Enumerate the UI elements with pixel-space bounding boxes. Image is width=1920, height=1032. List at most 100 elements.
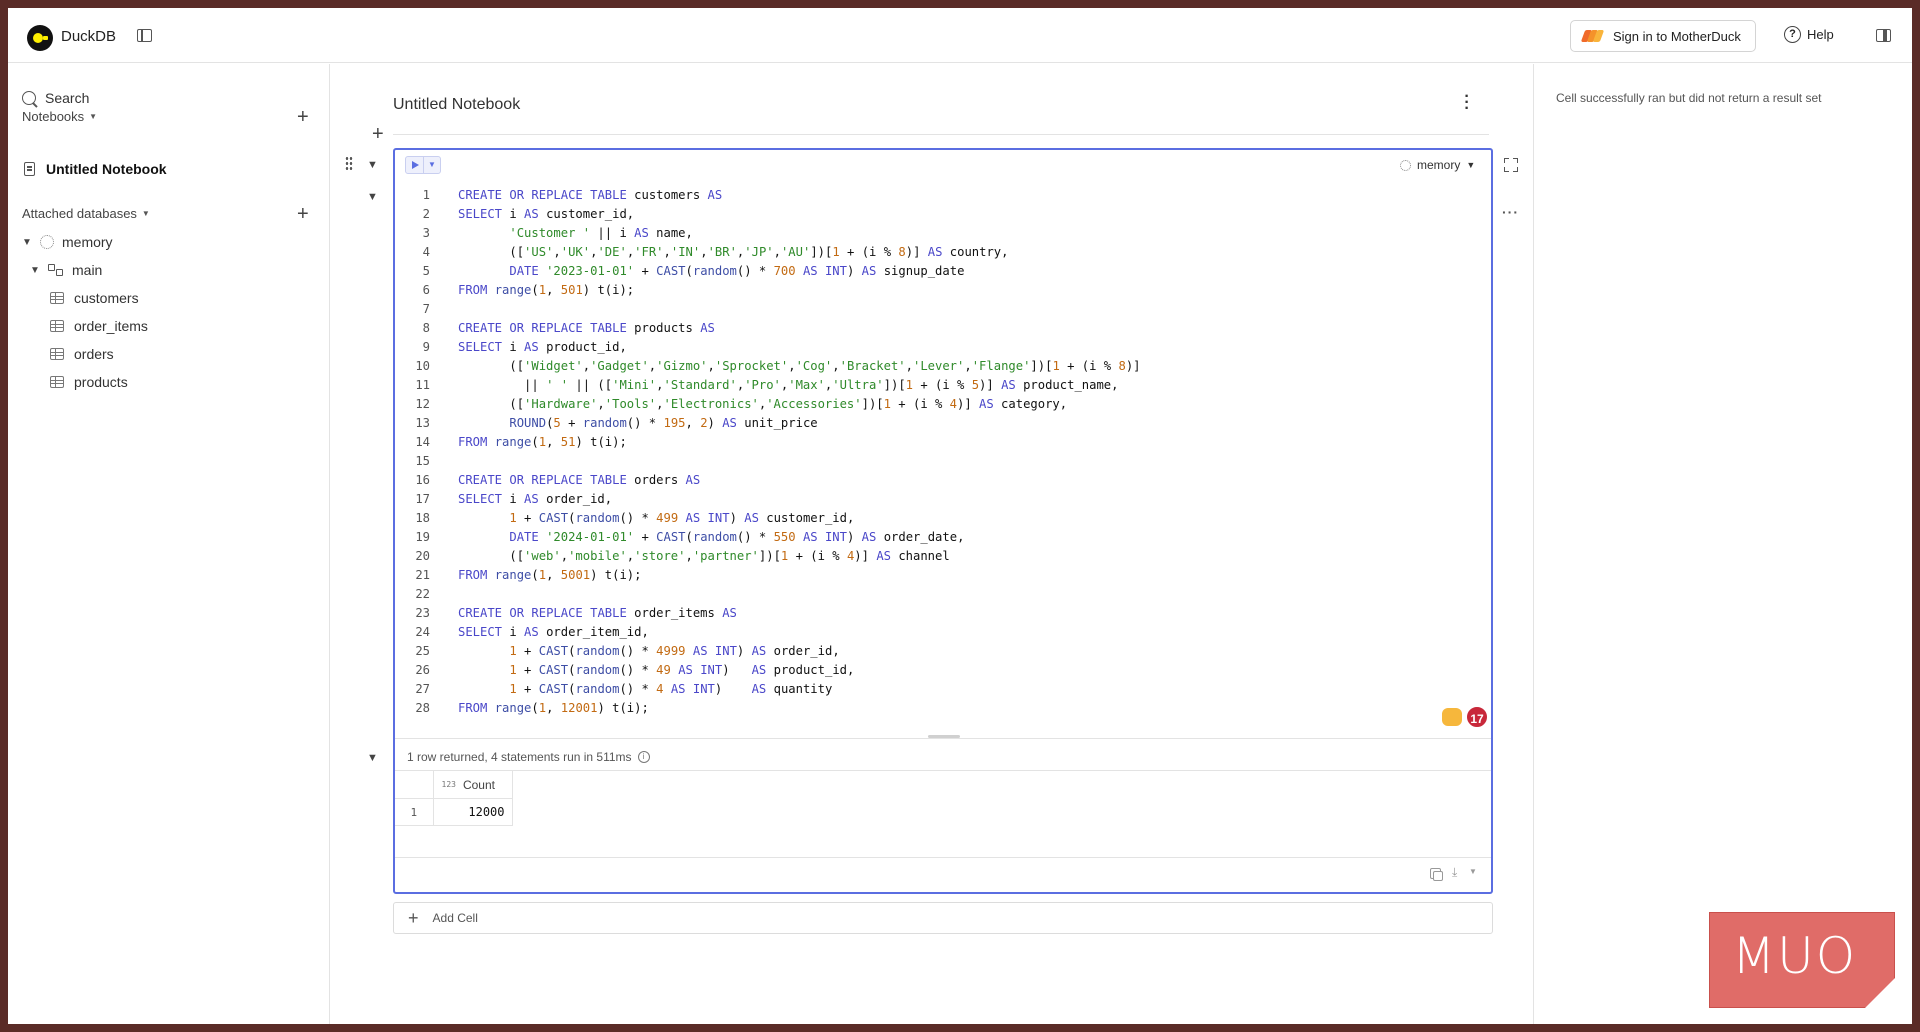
code-text[interactable]: FROM range(1, 51) t(i);: [458, 433, 627, 452]
code-line[interactable]: 18 1 + CAST(random() * 499 AS INT) AS cu…: [395, 509, 1491, 528]
code-line[interactable]: 27 1 + CAST(random() * 4 AS INT) AS quan…: [395, 680, 1491, 699]
fullscreen-icon[interactable]: [1504, 158, 1518, 172]
run-options-icon[interactable]: ▼: [424, 157, 440, 173]
tree-item-order-items[interactable]: order_items: [50, 318, 148, 334]
toggle-right-panel-icon[interactable]: [1876, 29, 1891, 42]
info-icon[interactable]: i: [637, 751, 650, 763]
sidebar-item-untitled-notebook[interactable]: Untitled Notebook: [24, 161, 167, 177]
code-line[interactable]: 5 DATE '2023-01-01' + CAST(random() * 70…: [395, 262, 1491, 281]
line-number: 22: [415, 587, 430, 601]
toggle-sidebar-icon[interactable]: [137, 29, 152, 42]
code-text[interactable]: SELECT i AS product_id,: [458, 338, 627, 357]
code-text[interactable]: CREATE OR REPLACE TABLE orders AS: [458, 471, 700, 490]
code-text[interactable]: 1 + CAST(random() * 499 AS INT) AS custo…: [458, 509, 854, 528]
code-text[interactable]: || ' ' || (['Mini','Standard','Pro','Max…: [458, 376, 1118, 395]
code-text[interactable]: CREATE OR REPLACE TABLE products AS: [458, 319, 715, 338]
code-text[interactable]: FROM range(1, 5001) t(i);: [458, 566, 642, 585]
collaborators[interactable]: 17: [1442, 705, 1489, 729]
code-text[interactable]: DATE '2023-01-01' + CAST(random() * 700 …: [458, 262, 964, 281]
tree-item-products[interactable]: products: [50, 374, 128, 390]
run-button[interactable]: ▼: [405, 156, 441, 174]
collapse-cell-icon[interactable]: ▼: [367, 159, 378, 171]
code-cell[interactable]: ▼ memory ▼ 1 CREATE OR REPLACE TABLE cust…: [393, 148, 1493, 894]
add-notebook-icon[interactable]: +: [297, 107, 309, 127]
notebook-menu-icon[interactable]: · · ·: [1464, 89, 1470, 117]
code-line[interactable]: 26 1 + CAST(random() * 49 AS INT) AS pro…: [395, 661, 1491, 680]
code-text[interactable]: FROM range(1, 501) t(i);: [458, 281, 634, 300]
code-text[interactable]: SELECT i AS order_id,: [458, 490, 612, 509]
code-line[interactable]: 11 || ' ' || (['Mini','Standard','Pro','…: [395, 376, 1491, 395]
copy-icon[interactable]: [1430, 868, 1443, 881]
code-line[interactable]: 24 SELECT i AS order_item_id,: [395, 623, 1491, 642]
notebooks-header[interactable]: Notebooks ▼: [22, 109, 97, 124]
column-header-count[interactable]: 123 Count: [433, 771, 513, 799]
code-text[interactable]: 1 + CAST(random() * 4999 AS INT) AS orde…: [458, 642, 839, 661]
code-line[interactable]: 3 'Customer ' || i AS name,: [395, 224, 1491, 243]
code-text[interactable]: (['Hardware','Tools','Electronics','Acce…: [458, 395, 1067, 414]
code-line[interactable]: 17 SELECT i AS order_id,: [395, 490, 1491, 509]
play-icon[interactable]: [406, 157, 424, 173]
code-editor[interactable]: 1 CREATE OR REPLACE TABLE customers AS 2 SE…: [395, 186, 1491, 718]
collapse-result-icon[interactable]: ▼: [367, 752, 378, 764]
chevron-down-icon[interactable]: ▼: [1469, 867, 1477, 876]
code-line[interactable]: 28 FROM range(1, 12001) t(i);: [395, 699, 1491, 718]
divider: [393, 134, 1489, 135]
tree-item-customers[interactable]: customers: [50, 290, 139, 306]
sign-in-motherduck-button[interactable]: Sign in to MotherDuck: [1570, 20, 1756, 52]
code-line[interactable]: 12 (['Hardware','Tools','Electronics','A…: [395, 395, 1491, 414]
code-text[interactable]: DATE '2024-01-01' + CAST(random() * 550 …: [458, 528, 964, 547]
code-line[interactable]: 21 FROM range(1, 5001) t(i);: [395, 566, 1491, 585]
code-line[interactable]: 22: [395, 585, 1491, 604]
drag-handle-icon[interactable]: [345, 156, 353, 170]
code-text[interactable]: CREATE OR REPLACE TABLE customers AS: [458, 186, 722, 205]
code-text[interactable]: FROM range(1, 12001) t(i);: [458, 699, 649, 718]
code-line[interactable]: 2 SELECT i AS customer_id,: [395, 205, 1491, 224]
code-line[interactable]: 1 CREATE OR REPLACE TABLE customers AS: [395, 186, 1491, 205]
code-text[interactable]: (['Widget','Gadget','Gizmo','Sprocket','…: [458, 357, 1140, 376]
code-text[interactable]: CREATE OR REPLACE TABLE order_items AS: [458, 604, 737, 623]
notebook-title[interactable]: Untitled Notebook: [393, 96, 520, 114]
code-line[interactable]: 13 ROUND(5 + random() * 195, 2) AS unit_…: [395, 414, 1491, 433]
collapse-code-icon[interactable]: ▼: [367, 191, 378, 203]
table-cell[interactable]: 12000: [433, 798, 513, 826]
add-database-icon[interactable]: +: [297, 204, 309, 224]
chevron-down-icon[interactable]: ▼: [30, 265, 40, 276]
add-cell-button[interactable]: + Add Cell: [393, 902, 1493, 934]
attached-databases-header[interactable]: Attached databases ▼: [22, 206, 150, 221]
cell-menu-icon[interactable]: ···: [1502, 204, 1519, 220]
code-line[interactable]: 16 CREATE OR REPLACE TABLE orders AS: [395, 471, 1491, 490]
code-line[interactable]: 8 CREATE OR REPLACE TABLE products AS: [395, 319, 1491, 338]
code-line[interactable]: 9 SELECT i AS product_id,: [395, 338, 1491, 357]
code-line[interactable]: 15: [395, 452, 1491, 471]
tree-label-main: main: [72, 262, 103, 278]
code-text[interactable]: SELECT i AS order_item_id,: [458, 623, 649, 642]
tree-item-memory[interactable]: ▼ memory: [22, 234, 113, 250]
line-number: 12: [415, 397, 430, 411]
insert-cell-icon[interactable]: +: [372, 123, 384, 146]
line-number: 26: [415, 663, 430, 677]
line-number: 2: [422, 207, 430, 221]
database-select[interactable]: memory ▼: [1400, 158, 1475, 172]
code-line[interactable]: 4 (['US','UK','DE','FR','IN','BR','JP','…: [395, 243, 1491, 262]
code-text[interactable]: 1 + CAST(random() * 4 AS INT) AS quantit…: [458, 680, 832, 699]
code-line[interactable]: 20 (['web','mobile','store','partner'])[…: [395, 547, 1491, 566]
code-line[interactable]: 6 FROM range(1, 501) t(i);: [395, 281, 1491, 300]
code-line[interactable]: 14 FROM range(1, 51) t(i);: [395, 433, 1491, 452]
download-icon[interactable]: ⤓: [1452, 865, 1457, 880]
code-line[interactable]: 7: [395, 300, 1491, 319]
code-text[interactable]: SELECT i AS customer_id,: [458, 205, 634, 224]
code-line[interactable]: 10 (['Widget','Gadget','Gizmo','Sprocket…: [395, 357, 1491, 376]
code-text[interactable]: 1 + CAST(random() * 49 AS INT) AS produc…: [458, 661, 854, 680]
tree-item-main[interactable]: ▼ main: [30, 262, 102, 278]
code-text[interactable]: ROUND(5 + random() * 195, 2) AS unit_pri…: [458, 414, 817, 433]
search-button[interactable]: Search: [22, 90, 89, 106]
chevron-down-icon[interactable]: ▼: [22, 237, 32, 248]
code-line[interactable]: 23 CREATE OR REPLACE TABLE order_items AS: [395, 604, 1491, 623]
tree-item-orders[interactable]: orders: [50, 346, 114, 362]
help-button[interactable]: ? Help: [1784, 26, 1834, 43]
code-text[interactable]: (['web','mobile','store','partner'])[1 +…: [458, 547, 949, 566]
code-line[interactable]: 25 1 + CAST(random() * 4999 AS INT) AS o…: [395, 642, 1491, 661]
code-text[interactable]: 'Customer ' || i AS name,: [458, 224, 692, 243]
code-text[interactable]: (['US','UK','DE','FR','IN','BR','JP','AU…: [458, 243, 1008, 262]
code-line[interactable]: 19 DATE '2024-01-01' + CAST(random() * 5…: [395, 528, 1491, 547]
